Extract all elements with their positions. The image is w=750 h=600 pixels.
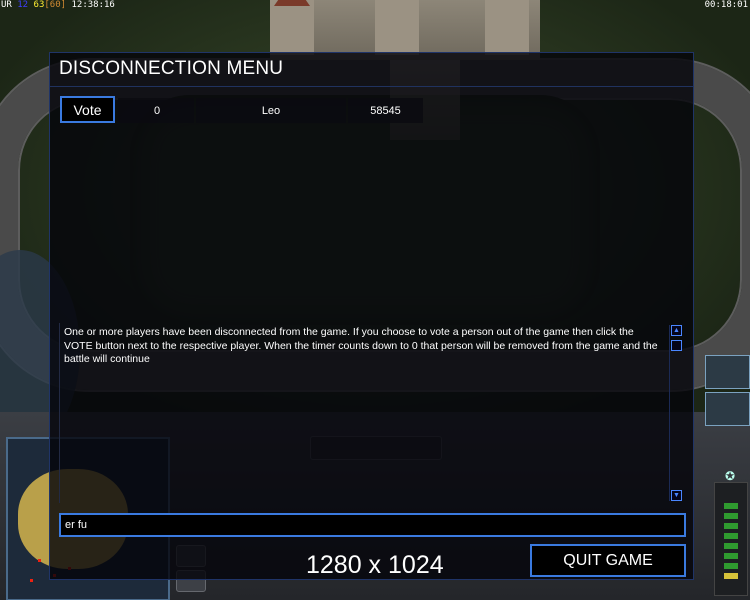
hud-stat-a: UR bbox=[1, 0, 12, 10]
power-segment bbox=[724, 543, 738, 549]
vote-button[interactable]: Vote bbox=[60, 96, 115, 123]
scroll-thumb[interactable] bbox=[671, 340, 682, 351]
disconnect-message: One or more players have been disconnect… bbox=[64, 326, 658, 365]
hud-stat-d: [60] bbox=[44, 0, 67, 10]
minimap-unit bbox=[30, 579, 33, 582]
disconnection-menu: DISCONNECTION MENU Vote 0 Leo 58545 One … bbox=[49, 52, 694, 580]
castle-tower bbox=[485, 0, 529, 55]
power-segment bbox=[724, 533, 738, 539]
power-segment bbox=[724, 513, 738, 519]
message-scrollbar[interactable]: ▲ ▼ bbox=[669, 325, 684, 501]
player-row: Vote 0 Leo 58545 bbox=[60, 96, 423, 124]
power-segment bbox=[724, 523, 738, 529]
menu-title: DISCONNECTION MENU bbox=[59, 58, 284, 79]
power-segment bbox=[724, 503, 738, 509]
tower-roof bbox=[274, 0, 310, 6]
unit-cameo[interactable] bbox=[705, 392, 750, 426]
power-segment bbox=[724, 553, 738, 559]
power-segment bbox=[724, 573, 738, 579]
resolution-label: 1280 x 1024 bbox=[306, 551, 444, 579]
castle bbox=[270, 0, 540, 60]
scroll-up-icon[interactable]: ▲ bbox=[671, 325, 682, 336]
castle-tower bbox=[270, 0, 314, 55]
title-divider bbox=[50, 86, 693, 87]
castle-tower bbox=[375, 0, 419, 55]
minimap-unit bbox=[38, 559, 41, 562]
chat-input[interactable] bbox=[59, 513, 686, 537]
game-timer: 00:18:01 bbox=[704, 0, 748, 10]
hud-stats: UR 12 63[60] 12:38:16 bbox=[1, 0, 115, 10]
power-star-icon: ✪ bbox=[724, 469, 736, 483]
hud-stat-c: 63 bbox=[33, 0, 45, 10]
message-box: One or more players have been disconnect… bbox=[59, 323, 684, 503]
player-timer: 58545 bbox=[348, 98, 423, 123]
player-name: Leo bbox=[196, 98, 346, 123]
power-meter: ✪ bbox=[714, 469, 748, 596]
unit-cameo[interactable] bbox=[705, 355, 750, 389]
hud-clock: 12:38:16 bbox=[71, 0, 115, 10]
quit-game-button[interactable]: QUIT GAME bbox=[530, 544, 686, 577]
power-segment bbox=[724, 563, 738, 569]
hud-stat-b: 12 bbox=[17, 0, 29, 10]
scroll-down-icon[interactable]: ▼ bbox=[671, 490, 682, 501]
player-vote-count: 0 bbox=[118, 98, 194, 123]
